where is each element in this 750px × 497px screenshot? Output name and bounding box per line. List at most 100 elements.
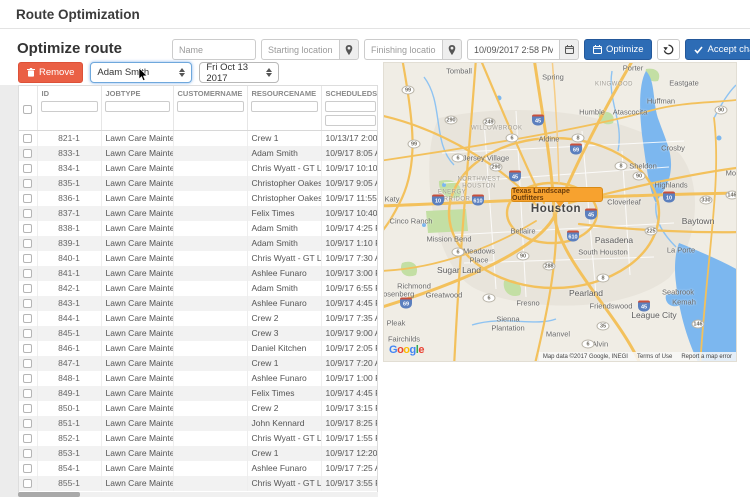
starting-location-pin-button[interactable]: [339, 39, 359, 60]
row-checkbox[interactable]: [23, 269, 32, 278]
finishing-location-input[interactable]: [364, 39, 442, 60]
select-all-checkbox[interactable]: [23, 105, 32, 114]
row-checkbox[interactable]: [23, 314, 32, 323]
cell-jobtype: Lawn Care Maintena...: [101, 401, 173, 416]
optimize-button[interactable]: Optimize: [584, 39, 652, 60]
cell-resourcename: Crew 1: [247, 446, 321, 461]
row-checkbox[interactable]: [23, 284, 32, 293]
table-row[interactable]: 853-1 Lawn Care Maintena... Crew 1 10/9/…: [19, 446, 378, 461]
table-row[interactable]: 835-1 Lawn Care Maintena... Christopher …: [19, 176, 378, 191]
filter-input-resourcename[interactable]: [251, 101, 318, 112]
row-checkbox[interactable]: [23, 374, 32, 383]
row-checkbox[interactable]: [23, 209, 32, 218]
cell-resourcename: Ashlee Funaro: [247, 296, 321, 311]
table-row[interactable]: 821-1 Lawn Care Maintena... Crew 1 10/13…: [19, 131, 378, 146]
cell-customername: [173, 311, 247, 326]
row-checkbox[interactable]: [23, 389, 32, 398]
col-header-customername[interactable]: CUSTOMERNAME: [173, 86, 247, 99]
row-checkbox[interactable]: [23, 254, 32, 263]
table-row[interactable]: 845-1 Lawn Care Maintena... Crew 3 10/9/…: [19, 326, 378, 341]
texas-landscape-outfitters-marker[interactable]: Texas Landscape Outfitters: [511, 187, 603, 202]
col-header-id[interactable]: ID: [37, 86, 101, 99]
select-stepper-icon: [266, 68, 272, 77]
table-row[interactable]: 836-1 Lawn Care Maintena... Christopher …: [19, 191, 378, 206]
cell-scheduled: 10/9/17 1:00 PM: [321, 371, 378, 386]
table-row[interactable]: 846-1 Lawn Care Maintena... Daniel Kitch…: [19, 341, 378, 356]
table-row[interactable]: 842-1 Lawn Care Maintena... Adam Smith 1…: [19, 281, 378, 296]
cell-jobtype: Lawn Care Maintena...: [101, 446, 173, 461]
select-all-header: [19, 86, 37, 99]
table-row[interactable]: 852-1 Lawn Care Maintena... Chris Wyatt …: [19, 431, 378, 446]
resource-select-value: Adam Smith: [97, 67, 171, 78]
cell-jobtype: Lawn Care Maintena...: [101, 206, 173, 221]
terms-of-use-link[interactable]: Terms of Use: [637, 354, 672, 360]
table-row[interactable]: 839-1 Lawn Care Maintena... Adam Smith 1…: [19, 236, 378, 251]
row-checkbox[interactable]: [23, 464, 32, 473]
finishing-location-pin-button[interactable]: [442, 39, 462, 60]
row-checkbox[interactable]: [23, 449, 32, 458]
table-row[interactable]: 841-1 Lawn Care Maintena... Ashlee Funar…: [19, 266, 378, 281]
filter-input-customername[interactable]: [177, 101, 244, 112]
table-row[interactable]: 844-1 Lawn Care Maintena... Crew 2 10/9/…: [19, 311, 378, 326]
name-input[interactable]: [172, 39, 256, 60]
table-row[interactable]: 851-1 Lawn Care Maintena... John Kennard…: [19, 416, 378, 431]
row-checkbox[interactable]: [23, 479, 32, 488]
filter-input-scheduled-from[interactable]: [325, 101, 376, 112]
date-select[interactable]: Fri Oct 13 2017: [199, 62, 279, 83]
cell-scheduled: 10/9/17 3:00 PM: [321, 266, 378, 281]
reset-button[interactable]: [657, 39, 680, 60]
map-panel[interactable]: TomballSpringPorterKINGWOODEastgateHuffm…: [383, 62, 737, 362]
scrollbar-thumb[interactable]: [18, 492, 80, 497]
resource-select[interactable]: Adam Smith: [90, 62, 192, 83]
table-row[interactable]: 855-1 Lawn Care Maintena... Chris Wyatt …: [19, 476, 378, 491]
row-checkbox[interactable]: [23, 164, 32, 173]
row-checkbox[interactable]: [23, 434, 32, 443]
filter-input-jobtype[interactable]: [105, 101, 170, 112]
datetime-input[interactable]: [467, 39, 559, 60]
col-header-resourcename[interactable]: RESOURCENAME: [247, 86, 321, 99]
table-row[interactable]: 838-1 Lawn Care Maintena... Adam Smith 1…: [19, 221, 378, 236]
row-checkbox[interactable]: [23, 239, 32, 248]
col-header-scheduledstart[interactable]: SCHEDULEDST.: [321, 86, 378, 99]
remove-button[interactable]: Remove: [18, 62, 83, 83]
row-checkbox[interactable]: [23, 404, 32, 413]
filter-input-id[interactable]: [41, 101, 98, 112]
table-row[interactable]: 840-1 Lawn Care Maintena... Chris Wyatt …: [19, 251, 378, 266]
report-map-error-link[interactable]: Report a map error: [681, 354, 732, 360]
location-pin-icon: [345, 45, 353, 55]
horizontal-scrollbar[interactable]: [18, 492, 378, 497]
table-row[interactable]: 847-1 Lawn Care Maintena... Crew 1 10/9/…: [19, 356, 378, 371]
cell-resourcename: Ashlee Funaro: [247, 461, 321, 476]
cell-resourcename: Crew 3: [247, 326, 321, 341]
row-checkbox[interactable]: [23, 419, 32, 428]
col-header-jobtype[interactable]: JOBTYPE: [101, 86, 173, 99]
optimize-route-heading: Optimize route: [17, 40, 122, 57]
table-row[interactable]: 849-1 Lawn Care Maintena... Felix Times …: [19, 386, 378, 401]
table-row[interactable]: 850-1 Lawn Care Maintena... Crew 2 10/9/…: [19, 401, 378, 416]
row-checkbox[interactable]: [23, 179, 32, 188]
cell-scheduled: 10/9/17 3:55 PM: [321, 476, 378, 491]
accept-changes-button[interactable]: Accept changes: [685, 39, 750, 60]
datetime-calendar-button[interactable]: [559, 39, 579, 60]
table-row[interactable]: 848-1 Lawn Care Maintena... Ashlee Funar…: [19, 371, 378, 386]
row-checkbox[interactable]: [23, 344, 32, 353]
filter-input-scheduled-to[interactable]: [325, 115, 376, 126]
table-row[interactable]: 843-1 Lawn Care Maintena... Ashlee Funar…: [19, 296, 378, 311]
cell-customername: [173, 461, 247, 476]
row-checkbox[interactable]: [23, 224, 32, 233]
row-checkbox[interactable]: [23, 194, 32, 203]
table-row[interactable]: 837-1 Lawn Care Maintena... Felix Times …: [19, 206, 378, 221]
cell-customername: [173, 476, 247, 491]
table-row[interactable]: 833-1 Lawn Care Maintena... Adam Smith 1…: [19, 146, 378, 161]
starting-location-input[interactable]: [261, 39, 339, 60]
row-checkbox[interactable]: [23, 149, 32, 158]
row-checkbox[interactable]: [23, 359, 32, 368]
row-checkbox[interactable]: [23, 299, 32, 308]
row-checkbox[interactable]: [23, 329, 32, 338]
row-checkbox[interactable]: [23, 134, 32, 143]
grid-header-row: ID JOBTYPE CUSTOMERNAME RESOURCENAME SCH…: [19, 86, 378, 99]
cell-id: 854-1: [37, 461, 101, 476]
cell-resourcename: Felix Times: [247, 206, 321, 221]
table-row[interactable]: 834-1 Lawn Care Maintena... Chris Wyatt …: [19, 161, 378, 176]
table-row[interactable]: 854-1 Lawn Care Maintena... Ashlee Funar…: [19, 461, 378, 476]
